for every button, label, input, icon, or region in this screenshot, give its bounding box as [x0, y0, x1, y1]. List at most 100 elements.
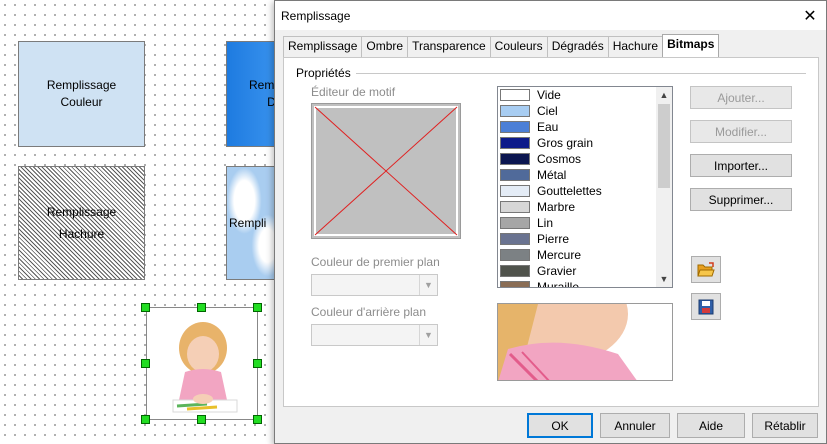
bitmap-swatch	[500, 217, 530, 229]
empty-pattern-icon	[314, 106, 458, 236]
bitmap-swatch	[500, 185, 530, 197]
chevron-up-icon[interactable]: ▲	[656, 87, 672, 103]
pattern-editor	[311, 103, 461, 239]
list-item[interactable]: Muraille	[498, 279, 660, 288]
pattern-editor-label: Éditeur de motif	[311, 85, 396, 99]
list-item[interactable]: Cosmos	[498, 151, 660, 167]
bitmap-swatch	[500, 89, 530, 101]
save-button[interactable]	[691, 293, 721, 320]
bitmap-name: Vide	[537, 88, 561, 102]
resize-handle-se[interactable]	[253, 415, 262, 424]
resize-handle-n[interactable]	[197, 303, 206, 312]
bitmap-swatch	[500, 249, 530, 261]
tab-bar: Remplissage Ombre Transparence Couleurs …	[283, 34, 720, 57]
shape-label: Hachure	[58, 227, 105, 241]
close-icon[interactable]: ✕	[800, 6, 820, 26]
bitmap-preview	[497, 303, 673, 381]
bitmap-swatch	[500, 265, 530, 277]
dialog-title: Remplissage	[281, 8, 351, 23]
bitmap-swatch	[500, 201, 530, 213]
help-button[interactable]: Aide	[677, 413, 745, 438]
shape-label: Remplissage	[46, 205, 117, 219]
dialog-footer: OK Annuler Aide Rétablir	[275, 407, 826, 444]
tab-ombre[interactable]: Ombre	[361, 36, 409, 57]
chevron-down-icon: ▼	[419, 325, 437, 345]
resize-handle-sw[interactable]	[141, 415, 150, 424]
background-color-label: Couleur d'arrière plan	[311, 305, 427, 319]
resize-handle-e[interactable]	[253, 359, 262, 368]
chevron-down-icon: ▼	[419, 275, 437, 295]
bitmap-name: Mercure	[537, 248, 582, 262]
section-label: Propriétés	[296, 66, 351, 80]
tab-hachure[interactable]: Hachure	[607, 36, 664, 57]
section-divider	[356, 73, 806, 74]
list-item[interactable]: Ciel	[498, 103, 660, 119]
bitmap-swatch	[500, 105, 530, 117]
bitmap-name: Pierre	[537, 232, 570, 246]
bitmap-name: Gravier	[537, 264, 577, 278]
delete-button[interactable]: Supprimer...	[690, 188, 792, 211]
list-item[interactable]: Lin	[498, 215, 660, 231]
open-folder-icon	[697, 261, 715, 276]
shape-fill-hatch[interactable]: Remplissage Hachure	[18, 166, 145, 280]
resize-handle-nw[interactable]	[141, 303, 150, 312]
list-item[interactable]: Vide	[498, 87, 660, 103]
tab-transparence[interactable]: Transparence	[407, 36, 491, 57]
tab-couleurs[interactable]: Couleurs	[489, 36, 548, 57]
list-item[interactable]: Pierre	[498, 231, 660, 247]
bitmap-name: Marbre	[537, 200, 576, 214]
shape-label: Rempli	[229, 215, 267, 230]
bitmap-list[interactable]: Vide Ciel Eau Gros grain Cosmos Métal Go…	[497, 86, 673, 288]
ok-button[interactable]: OK	[527, 413, 593, 438]
resize-handle-s[interactable]	[197, 415, 206, 424]
fill-dialog: Remplissage ✕ Remplissage Ombre Transpar…	[274, 0, 827, 444]
list-item[interactable]: Métal	[498, 167, 660, 183]
bitmap-swatch	[500, 153, 530, 165]
bitmap-swatch	[500, 137, 530, 149]
bitmap-swatch	[500, 169, 530, 181]
bitmap-name: Cosmos	[537, 152, 582, 166]
resize-handle-ne[interactable]	[253, 303, 262, 312]
cancel-button[interactable]: Annuler	[600, 413, 670, 438]
tab-bitmaps[interactable]: Bitmaps	[662, 34, 720, 57]
tab-remplissage[interactable]: Remplissage	[283, 36, 363, 57]
list-item[interactable]: Marbre	[498, 199, 660, 215]
dialog-titlebar[interactable]: Remplissage	[275, 1, 826, 31]
list-item[interactable]: Mercure	[498, 247, 660, 263]
bitmap-name: Lin	[537, 216, 554, 230]
import-button[interactable]: Importer...	[690, 154, 792, 177]
resize-handle-w[interactable]	[141, 359, 150, 368]
reset-button[interactable]: Rétablir	[752, 413, 818, 438]
open-folder-button[interactable]	[691, 256, 721, 283]
bitmap-swatch	[500, 121, 530, 133]
list-item[interactable]: Gros grain	[498, 135, 660, 151]
save-icon	[698, 299, 714, 314]
tab-degrades[interactable]: Dégradés	[546, 36, 609, 57]
add-button[interactable]: Ajouter...	[690, 86, 792, 109]
foreground-color-dropdown[interactable]: ▼	[311, 274, 438, 296]
preview-image	[498, 304, 672, 380]
child-drawing-image	[147, 308, 257, 419]
bitmap-swatch	[500, 233, 530, 245]
bitmap-name: Gouttelettes	[537, 184, 602, 198]
shape-fill-color[interactable]: Remplissage Couleur	[18, 41, 145, 147]
modify-button[interactable]: Modifier...	[690, 120, 792, 143]
bitmap-name: Ciel	[537, 104, 558, 118]
selected-image-shape[interactable]	[146, 307, 258, 420]
bitmap-name: Métal	[537, 168, 567, 182]
bitmap-swatch	[500, 281, 530, 287]
tab-panel-bitmaps: Propriétés Éditeur de motif Couleur de p…	[283, 57, 819, 407]
list-item[interactable]: Eau	[498, 119, 660, 135]
bitmap-name: Eau	[537, 120, 559, 134]
list-item[interactable]: Gouttelettes	[498, 183, 660, 199]
shape-label: Couleur	[60, 95, 103, 109]
list-scrollbar[interactable]: ▲ ▼	[656, 87, 672, 287]
shape-label: Remplissage	[46, 78, 117, 92]
foreground-color-label: Couleur de premier plan	[311, 255, 440, 269]
chevron-down-icon[interactable]: ▼	[656, 271, 672, 287]
bitmap-name: Muraille	[537, 280, 580, 288]
scrollbar-thumb[interactable]	[658, 104, 670, 188]
list-item[interactable]: Gravier	[498, 263, 660, 279]
bitmap-name: Gros grain	[537, 136, 594, 150]
background-color-dropdown[interactable]: ▼	[311, 324, 438, 346]
